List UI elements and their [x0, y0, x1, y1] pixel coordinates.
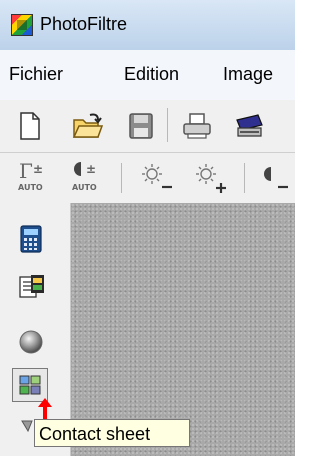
title-bar: PhotoFiltre — [0, 0, 295, 51]
menu-edition[interactable]: Edition — [124, 64, 179, 85]
toolbar-separator — [121, 163, 122, 193]
calculator-icon[interactable] — [19, 225, 43, 253]
toolbar-separator — [167, 108, 168, 142]
sphere-icon[interactable] — [17, 328, 45, 356]
film-strip-icon[interactable] — [18, 273, 46, 299]
print-icon[interactable] — [182, 112, 212, 140]
contrast-auto-icon[interactable]: ± AUTO — [72, 159, 104, 195]
toolbar-separator — [244, 163, 245, 193]
photofiltre-window: PhotoFiltre Fichier Edition Image Γ ± AU… — [0, 0, 295, 456]
menu-image[interactable]: Image — [223, 64, 273, 85]
save-icon[interactable] — [128, 112, 154, 140]
new-document-icon[interactable] — [19, 112, 41, 140]
auto-label: AUTO — [18, 183, 43, 192]
adjust-toolbar: Γ ± AUTO ± AUTO — [0, 153, 295, 204]
contact-sheet-tooltip: Contact sheet — [34, 419, 190, 447]
gamma-auto-icon[interactable]: Γ ± AUTO — [18, 159, 50, 195]
auto-label: AUTO — [72, 183, 97, 192]
window-title: PhotoFiltre — [40, 14, 128, 34]
brightness-plus-icon[interactable] — [194, 163, 230, 195]
more-icon[interactable] — [20, 419, 34, 433]
scanner-icon[interactable] — [234, 112, 264, 140]
menu-fichier[interactable]: Fichier — [9, 64, 63, 85]
contact-sheet-icon — [19, 375, 41, 395]
menu-bar: Fichier Edition Image — [0, 50, 295, 101]
brightness-minus-icon[interactable] — [140, 163, 174, 193]
app-logo-icon — [11, 14, 33, 36]
open-folder-icon[interactable] — [72, 112, 104, 140]
contrast-minus-icon[interactable] — [262, 163, 295, 193]
main-toolbar — [0, 100, 295, 153]
